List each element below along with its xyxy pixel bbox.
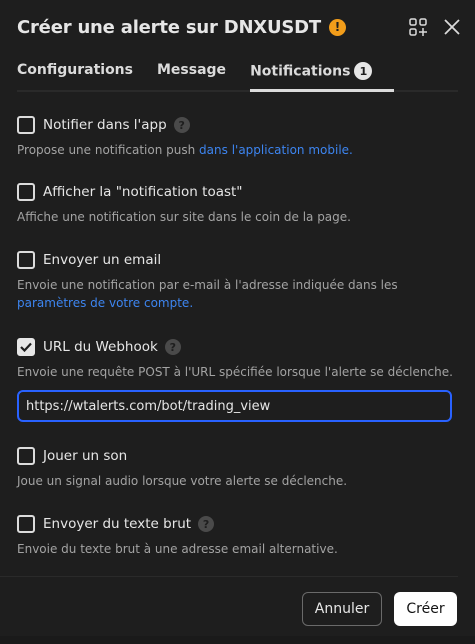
option-toast: Afficher la "notification toast" Affiche…: [17, 182, 458, 226]
email-checkbox[interactable]: [17, 251, 35, 269]
sound-checkbox[interactable]: [17, 447, 35, 465]
sound-description: Joue un signal audio lorsque votre alert…: [17, 474, 348, 488]
help-icon[interactable]: ?: [164, 339, 181, 355]
plain-text-description: Envoie du texte brut à une adresse email…: [17, 542, 338, 556]
notify-app-description: Propose une notification push dans l'app…: [17, 143, 353, 157]
option-plain-text: Envoyer du texte brut ? Envoie du texte …: [17, 514, 458, 558]
option-sound: Jouer un son Joue un signal audio lorsqu…: [17, 446, 458, 490]
plain-text-label[interactable]: Envoyer du texte brut: [43, 516, 191, 532]
webhook-url-input[interactable]: [17, 390, 452, 422]
dialog-header: Créer une alerte sur DNXUSDT !: [17, 14, 461, 40]
help-icon[interactable]: ?: [198, 516, 215, 532]
webhook-label[interactable]: URL du Webhook: [43, 339, 158, 355]
add-widget-icon[interactable]: [409, 18, 427, 36]
account-settings-link[interactable]: paramètres de votre compte.: [17, 296, 193, 310]
tab-configurations[interactable]: Configurations: [17, 60, 133, 92]
dialog-title: Créer une alerte sur DNXUSDT: [17, 16, 321, 38]
option-notify-app: Notifier dans l'app ? Propose une notifi…: [17, 115, 458, 159]
webhook-checkbox[interactable]: [17, 338, 35, 356]
tab-bar: Configurations Message Notifications 1: [17, 60, 458, 92]
cancel-button[interactable]: Annuler: [302, 592, 382, 626]
create-alert-dialog: Créer une alerte sur DNXUSDT ! Configura…: [0, 0, 475, 644]
footer-divider: [0, 576, 458, 577]
option-email: Envoyer un email Envoie une notification…: [17, 250, 458, 312]
toast-description: Affiche une notification sur site dans l…: [17, 210, 351, 224]
mobile-app-link[interactable]: dans l'application mobile.: [199, 143, 353, 157]
notify-app-label[interactable]: Notifier dans l'app: [43, 117, 167, 133]
notify-app-checkbox[interactable]: [17, 116, 35, 134]
notifications-count-badge: 1: [354, 62, 373, 80]
sound-label[interactable]: Jouer un son: [43, 448, 127, 464]
toast-label[interactable]: Afficher la "notification toast": [43, 184, 243, 200]
webhook-description: Envoie une requête POST à l'URL spécifié…: [17, 365, 453, 379]
toast-checkbox[interactable]: [17, 183, 35, 201]
option-webhook: URL du Webhook ? Envoie une requête POST…: [17, 337, 458, 381]
tab-notifications[interactable]: Notifications 1: [250, 60, 395, 92]
header-actions: [409, 14, 461, 40]
plain-text-checkbox[interactable]: [17, 515, 35, 533]
close-icon[interactable]: [443, 18, 461, 36]
email-description: Envoie une notification par e-mail à l'a…: [17, 278, 398, 310]
email-label[interactable]: Envoyer un email: [43, 252, 161, 268]
tab-message[interactable]: Message: [157, 60, 226, 92]
help-icon[interactable]: ?: [173, 117, 190, 133]
checkmark-icon: [20, 342, 32, 352]
warning-icon[interactable]: !: [329, 18, 346, 36]
bottom-edge: [0, 636, 475, 644]
create-button[interactable]: Créer: [394, 592, 457, 626]
